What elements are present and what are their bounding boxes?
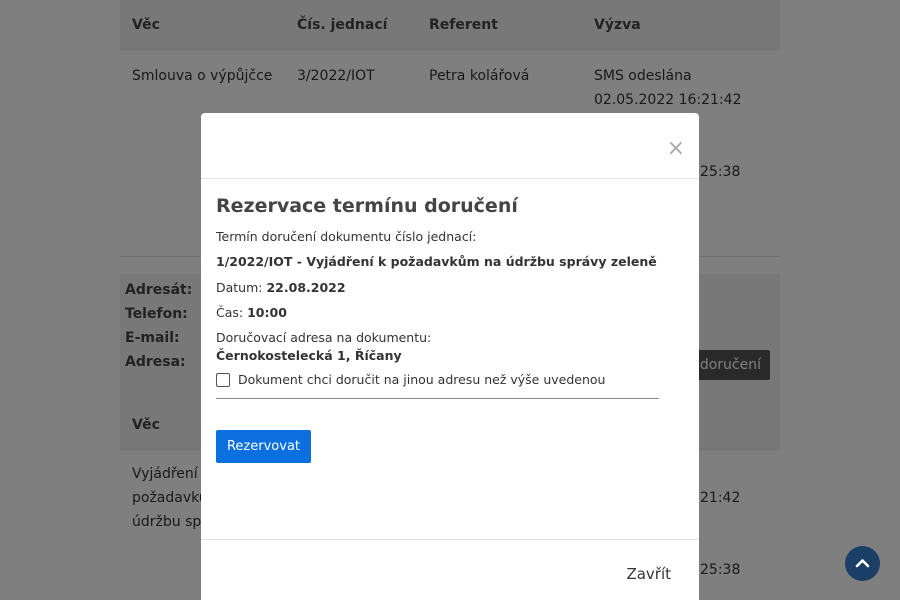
intro-text: Termín doručení dokumentu číslo jednací:: [216, 229, 477, 244]
address-label: Doručovací adresa na dokumentu:: [216, 330, 432, 345]
date-line: Datum: 22.08.2022: [216, 280, 346, 295]
alt-address-checkbox-label[interactable]: Dokument chci doručit na jinou adresu ne…: [238, 372, 605, 387]
scroll-to-top-button[interactable]: [845, 546, 880, 581]
close-icon[interactable]: ×: [667, 138, 685, 160]
time-value: 10:00: [247, 305, 287, 320]
date-label: Datum:: [216, 280, 263, 295]
document-line: 1/2022/IOT - Vyjádření k požadavkům na ú…: [216, 254, 657, 269]
modal-header: ×: [201, 113, 699, 179]
address-value: Černokostelecká 1, Říčany: [216, 348, 402, 363]
alt-address-checkbox-row[interactable]: Dokument chci doručit na jinou adresu ne…: [216, 372, 605, 387]
close-button[interactable]: Zavřít: [626, 565, 671, 583]
address-line: Černokostelecká 1, Říčany: [216, 348, 402, 363]
reservation-modal: × Rezervace termínu doručení Termín doru…: [201, 113, 699, 600]
chevron-up-icon: [855, 559, 870, 568]
time-label: Čas:: [216, 305, 244, 320]
time-line: Čas: 10:00: [216, 305, 287, 320]
modal-title: Rezervace termínu doručení: [216, 195, 518, 217]
divider: [216, 398, 659, 399]
reserve-button[interactable]: Rezervovat: [216, 430, 311, 463]
checkbox-icon[interactable]: [216, 372, 230, 387]
modal-footer: Zavřít: [201, 539, 699, 600]
document-reference: 1/2022/IOT - Vyjádření k požadavkům na ú…: [216, 254, 657, 269]
date-value: 22.08.2022: [266, 280, 346, 295]
